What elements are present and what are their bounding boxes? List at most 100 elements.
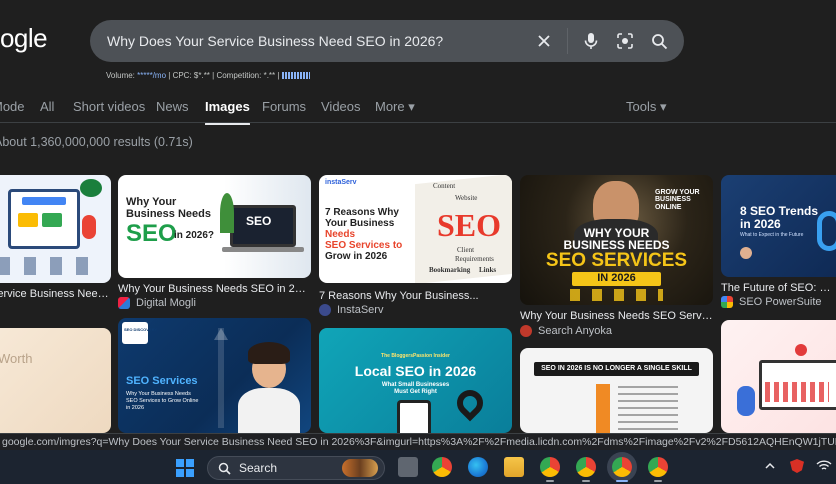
image-result-card[interactable]: The BloggersPassion Insider Local SEO in…	[319, 328, 512, 433]
result-thumbnail[interactable]	[721, 320, 836, 433]
wifi-icon[interactable]	[816, 459, 832, 473]
chrome-icon[interactable]	[612, 457, 632, 477]
result-thumbnail[interactable]: SEO IN 2026 IS NO LONGER A SINGLE SKILL	[520, 348, 713, 433]
thumb-text: Why Your	[126, 196, 177, 208]
thumb-text: 8 SEO Trends	[740, 204, 819, 218]
result-thumbnail[interactable]: instaServ 7 Reasons Why Your Business Ne…	[319, 175, 512, 283]
result-thumbnail[interactable]: The BloggersPassion Insider Local SEO in…	[319, 328, 512, 433]
tab-news[interactable]: News	[156, 99, 189, 114]
thumb-text: What Small Businesses	[381, 382, 450, 388]
seo-powersuite-favicon	[721, 296, 733, 308]
tab-forums[interactable]: Forums	[262, 99, 306, 114]
taskbar-search[interactable]: Search	[207, 456, 385, 480]
clear-icon[interactable]	[527, 20, 561, 62]
search-separator	[567, 28, 568, 54]
image-result-card[interactable]	[721, 320, 836, 433]
google-logo[interactable]: oogle	[0, 23, 48, 54]
thumb-text: Must Get Right	[394, 389, 437, 395]
thumb-text: 7 Reasons Why	[325, 207, 399, 218]
tabs-divider	[0, 122, 836, 123]
result-title[interactable]: Service Business Need...	[0, 288, 111, 300]
result-thumbnail[interactable]	[0, 175, 111, 283]
thumb-text: SEO	[126, 220, 177, 247]
seo-metrics-bar: Volume: *****/mo | CPC: $*.** | Competit…	[106, 71, 310, 80]
volume-value[interactable]: *****/mo	[137, 71, 166, 80]
chevron-up-icon[interactable]	[763, 459, 777, 473]
image-result-card[interactable]: 8 SEO Trends in 2026 What to Expect in t…	[721, 175, 836, 312]
camera-lens-icon[interactable]	[608, 20, 642, 62]
digital-mogli-favicon	[118, 297, 130, 309]
result-thumbnail[interactable]: Why Your Business Needs SEO in 2026? SEO	[118, 175, 311, 278]
result-source[interactable]: InstaServ	[319, 304, 383, 316]
thumb-text: Requirements	[455, 255, 494, 263]
result-title[interactable]: 7 Reasons Why Your Business...	[319, 290, 512, 302]
thumb-text: SEO SERVICES	[545, 250, 688, 271]
microphone-icon[interactable]	[574, 20, 608, 62]
image-result-card[interactable]: SEO IN 2026 IS NO LONGER A SINGLE SKILL	[520, 348, 713, 433]
task-view-icon[interactable]	[398, 457, 418, 477]
chrome-icon[interactable]	[648, 457, 668, 477]
thumb-text: Why Your Business Needs	[126, 391, 191, 397]
tools-button[interactable]: Tools ▾	[626, 99, 667, 115]
start-button[interactable]	[176, 459, 194, 477]
thumb-text: Grow in 2026	[325, 251, 388, 262]
result-title[interactable]: Why Your Business Needs SEO Service...	[520, 310, 713, 322]
source-name[interactable]: SEO PowerSuite	[739, 296, 822, 308]
result-source[interactable]: Search Anyoka	[520, 325, 612, 337]
result-title[interactable]: The Future of SEO: What...	[721, 282, 836, 294]
tab-mode[interactable]: Mode	[0, 99, 25, 114]
thumb-text: in 2026	[126, 405, 145, 411]
tab-all[interactable]: All	[40, 99, 54, 114]
result-thumbnail[interactable]: 8 SEO Trends in 2026 What to Expect in t…	[721, 175, 836, 277]
thumb-text: SEO IN 2026 IS NO LONGER A SINGLE SKILL	[541, 365, 692, 372]
image-result-card[interactable]: instaServ 7 Reasons Why Your Business Ne…	[319, 175, 512, 320]
image-result-card[interactable]: SEO DISCOVERY SEO Services Why Your Busi…	[118, 318, 311, 433]
thumb-text: in 2026	[740, 217, 781, 231]
running-indicator	[654, 480, 662, 482]
thumb-text: SEO Services to	[325, 240, 403, 251]
source-name[interactable]: Digital Mogli	[136, 297, 196, 309]
status-bar-url: google.com/imgres?q=Why Does Your Servic…	[0, 433, 836, 450]
result-thumbnail[interactable]: GROW YOUR BUSINESS ONLINE WHY YOUR BUSIN…	[520, 175, 713, 305]
tab-short-videos[interactable]: Short videos	[73, 99, 145, 114]
thumb-text: SEO Services	[126, 375, 198, 387]
windows-logo-icon	[176, 469, 184, 477]
shield-icon[interactable]	[790, 459, 804, 473]
chrome-icon[interactable]	[576, 457, 596, 477]
thumb-text: Business Needs	[126, 208, 211, 220]
thumb-text: SEO	[246, 214, 272, 228]
search-query[interactable]: Why Does Your Service Business Need SEO …	[107, 33, 527, 49]
result-source[interactable]: SEO PowerSuite	[721, 296, 822, 308]
thumb-text: Client	[457, 246, 475, 254]
chrome-icon[interactable]	[540, 457, 560, 477]
taskbar-search-label: Search	[239, 461, 278, 475]
thumb-text: Your Business	[325, 218, 395, 229]
result-source[interactable]: Digital Mogli	[118, 297, 196, 309]
windows-logo-icon	[186, 469, 194, 477]
browser-window: oogle Why Does Your Service Business Nee…	[0, 0, 836, 484]
trend-bars-icon	[281, 72, 310, 79]
source-name[interactable]: Search Anyoka	[538, 325, 612, 337]
source-name[interactable]: InstaServ	[337, 304, 383, 316]
image-result-card[interactable]: GROW YOUR BUSINESS ONLINE WHY YOUR BUSIN…	[520, 175, 713, 340]
image-result-card[interactable]: Service Business Need...	[0, 175, 111, 305]
result-thumbnail[interactable]: Worth	[0, 328, 111, 433]
thumb-text: SEO DISCOVERY	[124, 327, 157, 332]
edge-icon[interactable]	[468, 457, 488, 477]
results-stats: About 1,360,000,000 results (0.71s)	[0, 135, 193, 149]
result-thumbnail[interactable]: SEO DISCOVERY SEO Services Why Your Busi…	[118, 318, 311, 433]
image-result-card[interactable]: Why Your Business Needs SEO in 2026? SEO…	[118, 175, 311, 310]
file-explorer-icon[interactable]	[504, 457, 524, 477]
tab-images[interactable]: Images	[205, 99, 250, 125]
thumb-text: IN 2026	[597, 272, 636, 284]
tab-videos[interactable]: Videos	[321, 99, 361, 114]
search-icon[interactable]	[642, 20, 676, 62]
thumb-text: in 2026?	[174, 230, 215, 241]
thumb-text: SEO Services to Grow Online	[126, 398, 199, 404]
chrome-icon[interactable]	[432, 457, 452, 477]
result-title[interactable]: Why Your Business Needs SEO in 2026?...	[118, 283, 311, 295]
search-box[interactable]: Why Does Your Service Business Need SEO …	[90, 20, 684, 62]
image-result-card[interactable]: Worth	[0, 328, 111, 433]
thumb-text: Needs	[325, 229, 356, 240]
tab-more[interactable]: More ▾	[375, 99, 415, 115]
